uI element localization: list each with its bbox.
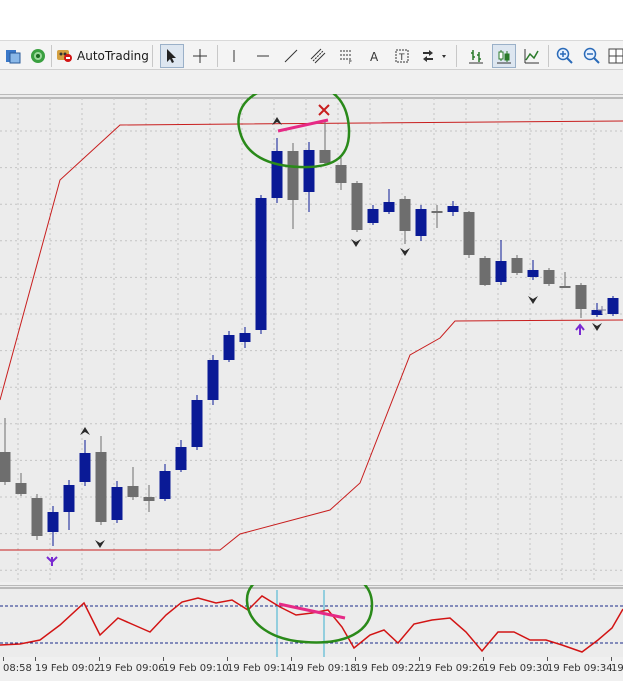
candle-body — [95, 452, 107, 522]
candle-body — [79, 453, 91, 482]
candle-body — [303, 150, 315, 192]
time-axis-label: 19 Feb 09:30 — [483, 663, 549, 674]
time-axis-tick — [35, 657, 36, 661]
bar-chart-icon[interactable] — [465, 44, 487, 68]
candle-body — [207, 360, 219, 400]
svg-text:T: T — [398, 53, 405, 63]
cursor-icon[interactable] — [160, 44, 184, 68]
candle-body — [0, 452, 11, 482]
time-axis-tick — [291, 657, 292, 661]
toolbar-separator — [217, 45, 218, 67]
time-axis-tick — [99, 657, 100, 661]
candle-body — [543, 270, 555, 284]
time-axis-tick — [483, 657, 484, 661]
candle-body — [351, 183, 363, 230]
time-axis-label: 19 Feb 09:02 — [35, 663, 101, 674]
equidistant-channel-icon[interactable] — [307, 44, 329, 68]
candle-body — [255, 198, 267, 330]
candle-body — [527, 270, 539, 277]
time-axis-label: 08:58 — [3, 663, 32, 674]
candle-body — [175, 447, 187, 470]
time-axis-tick — [547, 657, 548, 661]
trendline-icon[interactable] — [280, 44, 302, 68]
signals-icon[interactable] — [27, 44, 49, 68]
time-axis-tick — [611, 657, 612, 661]
candle-body — [191, 400, 203, 447]
window-bottom-edge — [0, 681, 623, 689]
time-axis-tick — [227, 657, 228, 661]
time-axis-tick — [3, 657, 4, 661]
candle-body — [367, 209, 379, 223]
candle-body — [559, 286, 571, 288]
toolbar-separator — [456, 45, 457, 67]
candle-body — [111, 487, 123, 520]
autotrading-button[interactable]: AutoTrading — [55, 44, 149, 68]
candle-body — [495, 261, 507, 282]
time-axis-tick — [163, 657, 164, 661]
autotrading-label: AutoTrading — [77, 49, 149, 63]
line-chart-icon[interactable] — [521, 44, 543, 68]
time-axis-label: 19 Feb 09:14 — [227, 663, 293, 674]
time-axis-label: 19 Feb 09:06 — [99, 663, 165, 674]
zoom-in-icon[interactable] — [554, 44, 576, 68]
candle-body — [47, 512, 59, 532]
candle-body — [15, 483, 27, 494]
candle-body — [479, 258, 491, 285]
main-price-chart[interactable] — [0, 94, 623, 582]
candle-body — [319, 150, 331, 163]
candle-body — [287, 151, 299, 200]
time-axis-label: 19 — [611, 663, 623, 674]
candle-body — [271, 151, 283, 198]
candlestick-icon[interactable] — [492, 44, 516, 68]
toolbar-separator — [51, 45, 52, 67]
accounts-icon[interactable] — [2, 44, 24, 68]
candle-body — [31, 498, 43, 536]
candle-body — [591, 310, 603, 315]
crosshair-icon[interactable] — [189, 44, 211, 68]
time-axis-label: 19 Feb 09:10 — [163, 663, 229, 674]
grid-icon[interactable] — [607, 44, 623, 68]
svg-text:A: A — [370, 50, 379, 64]
candle-body — [511, 258, 523, 273]
time-axis: 08:58 19 Feb 09:02 19 Feb 09:06 19 Feb 09:1… — [0, 657, 623, 681]
candle-body — [415, 209, 427, 236]
time-axis-label: 19 Feb 09:34 — [547, 663, 613, 674]
candle-body — [159, 471, 171, 499]
toolbar-separator — [152, 45, 153, 67]
time-axis-label: 19 Feb 09:26 — [419, 663, 485, 674]
time-axis-tick — [355, 657, 356, 661]
candle-body — [127, 486, 139, 497]
horizontal-line-icon[interactable] — [252, 44, 274, 68]
time-axis-label: 19 Feb 09:22 — [355, 663, 421, 674]
fibonacci-icon[interactable]: F — [335, 44, 357, 68]
svg-text:F: F — [349, 60, 352, 64]
autotrading-icon — [55, 45, 73, 67]
oscillator-subwindow[interactable] — [0, 585, 623, 657]
candle-body — [239, 333, 251, 342]
candle-body — [463, 212, 475, 255]
zoom-out-icon[interactable] — [581, 44, 603, 68]
candle-body — [335, 165, 347, 183]
text-label-icon[interactable]: T — [391, 44, 413, 68]
chart-toolbar: AutoTrading F A T — [0, 40, 623, 70]
candle-body — [399, 199, 411, 231]
candle-body — [575, 285, 587, 309]
arrows-dropdown-icon[interactable] — [419, 44, 451, 68]
time-axis-tick — [419, 657, 420, 661]
candle-body — [143, 497, 155, 501]
candle-body — [447, 206, 459, 212]
candle-body — [383, 202, 395, 212]
candle-body — [607, 298, 619, 314]
text-icon[interactable]: A — [364, 44, 386, 68]
candle-body — [431, 211, 443, 213]
candle-body — [63, 485, 75, 512]
candle-body — [223, 335, 235, 360]
vertical-line-icon[interactable] — [223, 44, 245, 68]
time-axis-label: 19 Feb 09:18 — [291, 663, 357, 674]
toolbar-separator — [548, 45, 549, 67]
